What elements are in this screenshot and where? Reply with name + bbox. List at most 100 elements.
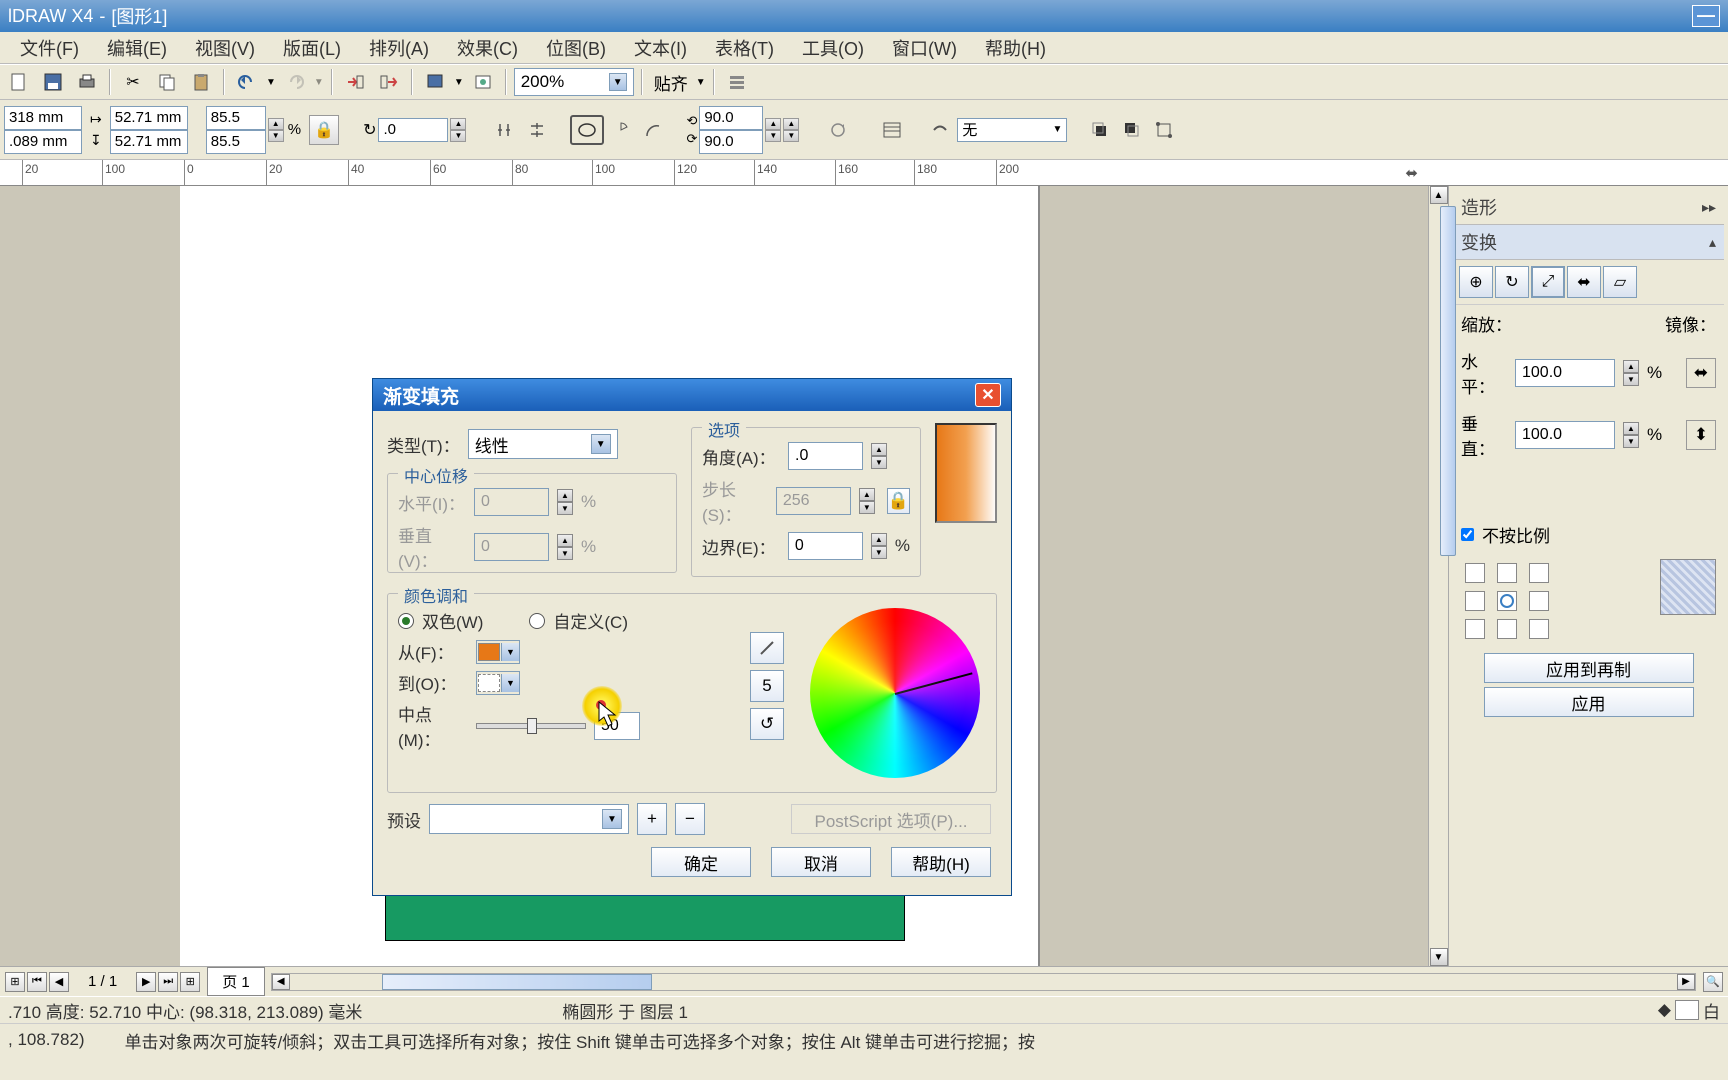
to-back-button[interactable]	[1117, 115, 1147, 145]
anchor-center[interactable]	[1497, 591, 1517, 611]
save-button[interactable]	[38, 67, 68, 97]
zoom-combo[interactable]: 200% ▼	[514, 68, 634, 96]
skew-tab[interactable]: ▱	[1603, 266, 1637, 298]
arrow-up-icon[interactable]: ▲	[1430, 186, 1448, 204]
type-combo[interactable]: 线性 ▼	[468, 429, 618, 459]
menu-layout[interactable]: 版面(L)	[269, 31, 355, 65]
menu-window[interactable]: 窗口(W)	[878, 31, 971, 65]
arrow-left-icon[interactable]: ◀	[272, 974, 290, 990]
menu-arrange[interactable]: 排列(A)	[355, 31, 443, 65]
app-launcher-button[interactable]	[420, 67, 450, 97]
paste-button[interactable]	[186, 67, 216, 97]
edge-input[interactable]	[788, 532, 863, 560]
mirror-v-button[interactable]: ⬍	[1686, 420, 1716, 450]
apply-button[interactable]: 应用	[1484, 687, 1694, 717]
ellipse-tool-button[interactable]	[570, 115, 604, 145]
midpoint-input[interactable]	[594, 712, 640, 740]
redo-button[interactable]	[280, 67, 310, 97]
scale-y-input[interactable]: 85.5	[206, 130, 266, 154]
cancel-button[interactable]: 取消	[771, 847, 871, 877]
redo-dropdown-icon[interactable]: ▼	[314, 77, 324, 88]
undo-button[interactable]	[232, 67, 262, 97]
to-color-button[interactable]: ▼	[476, 671, 520, 695]
mirror-h-button[interactable]	[490, 115, 520, 145]
cut-button[interactable]: ✂	[118, 67, 148, 97]
nonprop-checkbox[interactable]	[1461, 528, 1474, 541]
position-tab[interactable]: ⊕	[1459, 266, 1493, 298]
midpoint-slider[interactable]	[476, 723, 586, 729]
menu-edit[interactable]: 编辑(E)	[93, 31, 181, 65]
preset-remove-button[interactable]: −	[675, 803, 705, 835]
vert-scale-input[interactable]	[1515, 421, 1615, 449]
two-color-radio[interactable]	[398, 613, 414, 629]
ok-button[interactable]: 确定	[651, 847, 751, 877]
minimize-button[interactable]: —	[1692, 5, 1720, 27]
zoom-icon[interactable]: 🔍	[1703, 972, 1723, 992]
arc-button[interactable]	[638, 115, 668, 145]
direction-button[interactable]	[823, 115, 853, 145]
path-linear-button[interactable]	[750, 632, 784, 664]
welcome-button[interactable]	[468, 67, 498, 97]
anchor-grid[interactable]	[1461, 559, 1557, 643]
arrow-right-icon[interactable]: ▶	[1677, 974, 1695, 990]
import-button[interactable]	[340, 67, 370, 97]
size-tab[interactable]: ⬌	[1567, 266, 1601, 298]
preset-add-button[interactable]: +	[637, 803, 667, 835]
next-button[interactable]: ▶	[136, 972, 156, 992]
width-input[interactable]: 52.71 mm	[110, 106, 188, 130]
menu-help[interactable]: 帮助(H)	[971, 31, 1060, 65]
menu-bitmap[interactable]: 位图(B)	[532, 31, 620, 65]
page-tab[interactable]: 页 1	[207, 967, 265, 996]
steps-lock-button[interactable]: 🔒	[887, 488, 910, 514]
copy-button[interactable]	[152, 67, 182, 97]
menu-effects[interactable]: 效果(C)	[443, 31, 532, 65]
dialog-titlebar[interactable]: 渐变填充 ✕	[373, 379, 1011, 411]
scale-x-input[interactable]: 85.5	[206, 106, 266, 130]
scale-tab[interactable]: ⤢	[1531, 266, 1565, 298]
fill-swatch[interactable]	[1675, 1000, 1699, 1020]
vertical-scrollbar[interactable]: ▲ ▼	[1428, 186, 1448, 966]
pie-button[interactable]	[606, 115, 636, 145]
mirror-v-button[interactable]	[522, 115, 552, 145]
collapse-icon[interactable]: ▴	[1709, 234, 1716, 251]
rotate-tab[interactable]: ↻	[1495, 266, 1529, 298]
apply-duplicate-button[interactable]: 应用到再制	[1484, 653, 1694, 683]
expand-icon[interactable]: ▸▸	[1702, 199, 1716, 216]
horizontal-scrollbar[interactable]: ◀ ▶	[271, 973, 1696, 991]
path-ccw-button[interactable]: ↺	[750, 708, 784, 740]
outline-width-button[interactable]	[925, 115, 955, 145]
help-button[interactable]: 帮助(H)	[891, 847, 991, 877]
menu-text[interactable]: 文本(I)	[620, 31, 701, 65]
color-wheel[interactable]	[810, 608, 980, 778]
lock-ratio-button[interactable]: 🔒	[309, 115, 339, 145]
height-input[interactable]: 52.71 mm	[110, 130, 188, 154]
path-cw-button[interactable]: 5	[750, 670, 784, 702]
close-button[interactable]: ✕	[975, 383, 1001, 407]
mirror-h-button[interactable]: ⬌	[1686, 358, 1716, 388]
x-pos-input[interactable]: 318 mm	[4, 106, 82, 130]
preset-combo[interactable]: ▼	[429, 804, 629, 834]
print-button[interactable]	[72, 67, 102, 97]
export-button[interactable]	[374, 67, 404, 97]
prev-button[interactable]: ◀	[49, 972, 69, 992]
options-button[interactable]	[722, 67, 752, 97]
menu-table[interactable]: 表格(T)	[701, 31, 788, 65]
menu-file[interactable]: 文件(F)	[6, 31, 93, 65]
prev-page-button[interactable]: ⏮	[27, 972, 47, 992]
y-pos-input[interactable]: .089 mm	[4, 130, 82, 154]
custom-radio[interactable]	[529, 613, 545, 629]
start-angle-input[interactable]: 90.0	[699, 106, 763, 130]
menu-view[interactable]: 视图(V)	[181, 31, 269, 65]
next-page-button[interactable]: ⏭	[158, 972, 178, 992]
end-angle-input[interactable]: 90.0	[699, 130, 763, 154]
outline-combo[interactable]: 无▼	[957, 118, 1067, 142]
horiz-scale-input[interactable]	[1515, 359, 1615, 387]
add-page-button[interactable]: ⊞	[180, 972, 200, 992]
menu-tools[interactable]: 工具(O)	[788, 31, 878, 65]
convert-button[interactable]	[1149, 115, 1179, 145]
rotation-input[interactable]: .0	[378, 118, 448, 142]
first-page-button[interactable]: ⊞	[5, 972, 25, 992]
angle-input[interactable]	[788, 442, 863, 470]
canvas[interactable]: 渐变填充 ✕ 类型(T)： 线性 ▼ 中	[0, 186, 1428, 966]
from-color-button[interactable]: ▼	[476, 640, 520, 664]
